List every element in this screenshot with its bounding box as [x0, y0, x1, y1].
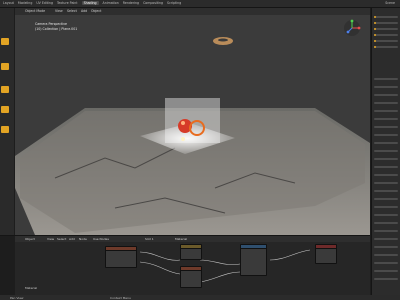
material-dropdown[interactable]: Material	[175, 237, 187, 241]
property-field[interactable]	[374, 166, 398, 168]
file-browser-panel	[0, 8, 14, 236]
object-type-icon	[374, 28, 376, 30]
outliner-row[interactable]	[374, 16, 398, 18]
property-field[interactable]	[374, 174, 398, 176]
property-field[interactable]	[374, 78, 398, 80]
top-menu-bar: Layout Modeling UV Editing Texture Paint…	[0, 0, 400, 8]
view-menu[interactable]: View	[55, 9, 63, 13]
property-field[interactable]	[374, 182, 398, 184]
image-texture-node[interactable]	[105, 246, 137, 268]
property-field[interactable]	[374, 190, 398, 192]
property-field[interactable]	[374, 94, 398, 96]
viewport-overlay-title: Camera Perspective	[35, 22, 67, 26]
property-field[interactable]	[374, 150, 398, 152]
shader-node-editor[interactable]: Object View Select Add Node Use Nodes Sl…	[15, 236, 370, 295]
use-nodes-toggle[interactable]: Use Nodes	[93, 237, 109, 241]
property-field[interactable]	[374, 254, 398, 256]
object-type-icon	[374, 16, 376, 18]
node-editor-material-label: Material	[25, 286, 38, 290]
scene-selector[interactable]: Scene	[385, 1, 395, 5]
outliner-row[interactable]	[374, 22, 398, 24]
property-field[interactable]	[374, 158, 398, 160]
tab-rendering[interactable]: Rendering	[123, 1, 139, 5]
workspace-tabs: Layout Modeling UV Editing Texture Paint…	[3, 1, 181, 5]
property-field[interactable]	[374, 102, 398, 104]
outliner-row[interactable]	[374, 46, 398, 48]
viewport-header: Object Mode View Select Add Object	[15, 8, 370, 15]
tab-compositing[interactable]: Compositing	[143, 1, 163, 5]
tab-scripting[interactable]: Scripting	[167, 1, 181, 5]
property-field[interactable]	[374, 86, 398, 88]
property-field[interactable]	[374, 278, 398, 280]
tab-texture-paint[interactable]: Texture Paint	[57, 1, 78, 5]
status-left-hint: Pan View	[10, 295, 24, 300]
properties-panel	[371, 8, 400, 295]
node-add-menu[interactable]: Add	[69, 237, 75, 241]
status-context-hint: Context Menu	[110, 295, 131, 300]
property-field[interactable]	[374, 230, 398, 232]
slot-dropdown[interactable]: Slot 1	[145, 237, 154, 241]
principled-bsdf-node[interactable]	[240, 244, 267, 276]
outliner-row[interactable]	[374, 28, 398, 30]
property-field[interactable]	[374, 206, 398, 208]
property-field[interactable]	[374, 126, 398, 128]
property-field[interactable]	[374, 246, 398, 248]
property-field[interactable]	[374, 214, 398, 216]
object-type-icon	[374, 46, 376, 48]
tab-layout[interactable]: Layout	[3, 1, 14, 5]
status-bar: Pan View Context Menu	[0, 295, 400, 300]
3d-viewport[interactable]: Object Mode View Select Add Object Camer…	[15, 8, 370, 235]
folder-icon[interactable]	[1, 38, 9, 45]
folder-icon[interactable]	[1, 63, 9, 70]
tab-modeling[interactable]: Modeling	[18, 1, 33, 5]
add-menu[interactable]: Add	[81, 9, 87, 13]
mapping-node[interactable]	[180, 266, 202, 288]
node-select-menu[interactable]: Select	[57, 237, 66, 241]
select-menu[interactable]: Select	[67, 9, 77, 13]
node-menu[interactable]: Node	[79, 237, 87, 241]
outliner-row[interactable]	[374, 34, 398, 36]
folder-icon[interactable]	[1, 106, 9, 113]
property-field[interactable]	[374, 142, 398, 144]
color-ramp-node[interactable]	[180, 244, 202, 260]
property-field[interactable]	[374, 110, 398, 112]
property-field[interactable]	[374, 238, 398, 240]
tab-shading[interactable]: Shading	[81, 1, 99, 5]
tab-animation[interactable]: Animation	[103, 1, 119, 5]
property-field[interactable]	[374, 270, 398, 272]
object-menu[interactable]: Object	[91, 9, 101, 13]
object-type-icon	[374, 40, 376, 42]
viewport-overlay-collection: (10) Collection | Plane.001	[35, 27, 78, 31]
folder-icon[interactable]	[1, 86, 9, 93]
material-output-node[interactable]	[315, 244, 337, 264]
object-type-icon	[374, 22, 376, 24]
node-view-menu[interactable]: View	[47, 237, 54, 241]
scene-render	[15, 8, 370, 235]
tab-uv-editing[interactable]: UV Editing	[36, 1, 53, 5]
property-field[interactable]	[374, 118, 398, 120]
navigation-gizmo-icon[interactable]	[342, 18, 362, 38]
object-type-icon	[374, 34, 376, 36]
property-field[interactable]	[374, 198, 398, 200]
mode-dropdown[interactable]: Object Mode	[25, 9, 45, 13]
outliner-row[interactable]	[374, 40, 398, 42]
property-field[interactable]	[374, 134, 398, 136]
object-type-dropdown[interactable]: Object	[25, 237, 35, 241]
property-field[interactable]	[374, 262, 398, 264]
folder-icon[interactable]	[1, 126, 9, 133]
property-field[interactable]	[374, 222, 398, 224]
